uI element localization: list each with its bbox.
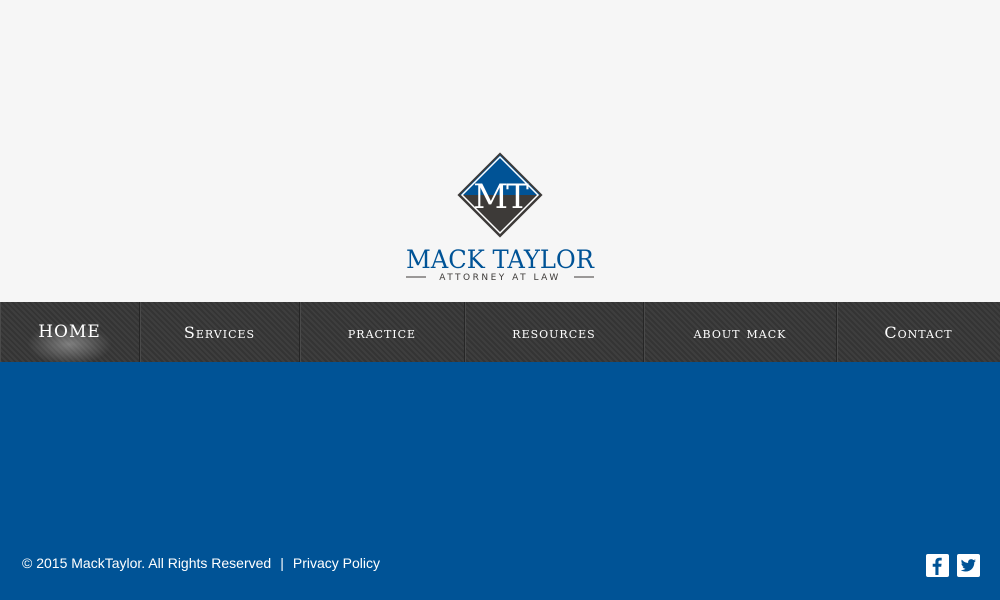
- logo-name: MACK TAYLOR: [406, 245, 595, 274]
- nav-item-label: Services: [183, 322, 256, 342]
- logo-tagline: ATTORNEY AT LAW: [439, 273, 561, 283]
- site-header: MT MACK TAYLOR ATTORNEY AT LAW: [0, 0, 1000, 302]
- footer-separator: |: [280, 555, 284, 571]
- social-links: [926, 554, 980, 577]
- copyright-text: © 2015 MackTaylor. All Rights Reserved: [22, 555, 272, 571]
- nav-item-label: practice: [347, 322, 417, 342]
- nav-item-label: about mack: [693, 322, 787, 342]
- nav-item-services[interactable]: Services: [140, 302, 300, 362]
- facebook-button[interactable]: [926, 554, 949, 577]
- logo-monogram: MT: [473, 177, 529, 217]
- main-nav: HOME Services practice resources about m…: [0, 302, 1000, 362]
- nav-item-label: Contact: [884, 322, 953, 342]
- logo-graphic: MT MACK TAYLOR ATTORNEY AT LAW: [406, 149, 595, 283]
- nav-item-about-mack[interactable]: about mack: [644, 302, 837, 362]
- nav-item-label: HOME: [38, 322, 101, 342]
- twitter-icon: [960, 559, 976, 572]
- footer: © 2015 MackTaylor. All Rights Reserved |…: [22, 555, 380, 571]
- site-logo[interactable]: MT MACK TAYLOR ATTORNEY AT LAW: [400, 148, 600, 288]
- nav-item-contact[interactable]: Contact: [837, 302, 1000, 362]
- twitter-button[interactable]: [957, 554, 980, 577]
- facebook-icon: [932, 557, 942, 575]
- nav-item-practice[interactable]: practice: [300, 302, 465, 362]
- nav-item-label: resources: [512, 322, 596, 342]
- nav-item-home[interactable]: HOME: [0, 302, 140, 362]
- nav-item-resources[interactable]: resources: [465, 302, 644, 362]
- privacy-policy-link[interactable]: Privacy Policy: [293, 555, 380, 571]
